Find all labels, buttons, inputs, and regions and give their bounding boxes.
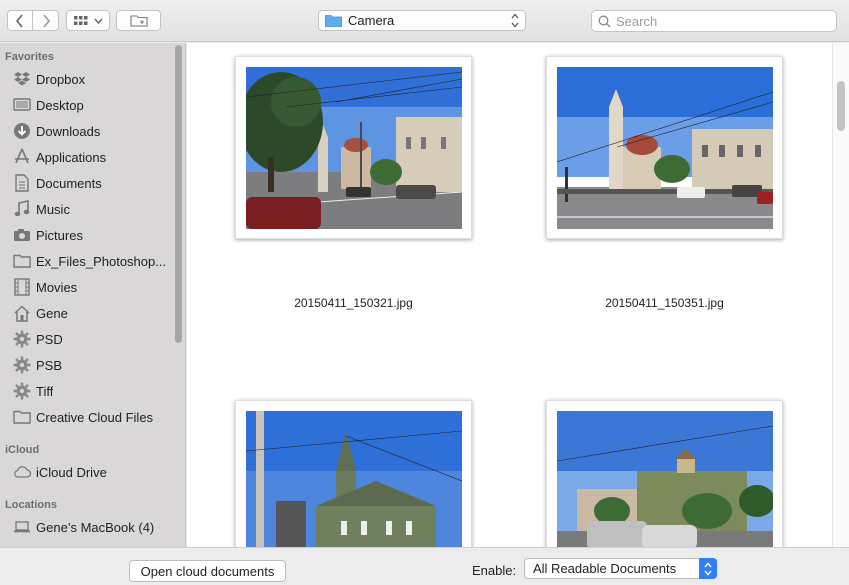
- folder-icon: [12, 407, 32, 427]
- sidebar-item-label: Music: [36, 201, 70, 217]
- search-icon: [598, 15, 611, 27]
- sidebar-item-documents[interactable]: Documents: [12, 171, 172, 195]
- file-name[interactable]: 20150411_150321.jpg: [235, 296, 472, 310]
- sidebar-scrollbar[interactable]: [175, 45, 182, 343]
- sidebar-item-label: Tiff: [36, 383, 54, 399]
- sidebar-item-psd[interactable]: PSD: [12, 327, 172, 351]
- documents-icon: [12, 173, 32, 193]
- sidebar-item-icloud-drive[interactable]: iCloud Drive: [12, 460, 172, 484]
- sidebar-item-label: iCloud Drive: [36, 464, 107, 480]
- locations-header: Locations: [5, 499, 57, 511]
- new-folder-button[interactable]: [116, 10, 161, 31]
- gear-icon: [12, 381, 32, 401]
- photo-preview: [246, 411, 462, 547]
- sidebar-item-gene[interactable]: Gene: [12, 301, 172, 325]
- file-thumbnail[interactable]: [235, 56, 472, 239]
- music-icon: [12, 199, 32, 219]
- sidebar-item-pictures[interactable]: Pictures: [12, 223, 172, 247]
- downloads-icon: [12, 121, 32, 141]
- film-icon: [12, 277, 32, 297]
- sidebar-item-music[interactable]: Music: [12, 197, 172, 221]
- chevron-right-icon: [42, 13, 50, 28]
- main-scrollbar-thumb[interactable]: [837, 81, 845, 131]
- photo-preview: [557, 67, 773, 229]
- file-name[interactable]: 20150411_150351.jpg: [546, 296, 783, 310]
- sidebar-item-label: Dropbox: [36, 71, 86, 87]
- folder-icon: [12, 251, 32, 271]
- gear-icon: [12, 355, 32, 375]
- new-folder-icon: [129, 15, 148, 27]
- location-label: Camera: [348, 13, 395, 28]
- sidebar: Favorites Dropbox Desktop Downloads Appl…: [0, 43, 186, 547]
- sidebar-item-downloads[interactable]: Downloads: [12, 119, 172, 143]
- nav-button-group: [7, 10, 59, 31]
- file-thumbnail[interactable]: [546, 56, 783, 239]
- file-browser: 20150411_150321.jpg 20150411_150351.jpg: [187, 43, 849, 547]
- popup-arrows: [699, 558, 717, 579]
- folder-icon: [325, 15, 342, 27]
- enable-popup[interactable]: All Readable Documents: [524, 558, 717, 579]
- updown-arrows-icon: [704, 561, 712, 576]
- sidebar-item-desktop[interactable]: Desktop: [12, 93, 172, 117]
- sidebar-item-label: Downloads: [36, 123, 101, 139]
- applications-icon: [12, 147, 32, 167]
- sidebar-item-tiff[interactable]: Tiff: [12, 379, 172, 403]
- search-field[interactable]: [591, 10, 837, 32]
- favorites-header: Favorites: [5, 51, 54, 63]
- desktop-icon: [12, 95, 32, 115]
- icloud-header: iCloud: [5, 444, 40, 456]
- file-thumbnail[interactable]: [546, 400, 783, 547]
- sidebar-item-label: Gene: [36, 305, 68, 321]
- photo-preview: [246, 67, 462, 229]
- sidebar-item-psb[interactable]: PSB: [12, 353, 172, 377]
- sidebar-item-macbook[interactable]: Gene’s MacBook (4): [12, 515, 172, 539]
- sidebar-item-label: Applications: [36, 149, 107, 165]
- sidebar-item-movies[interactable]: Movies: [12, 275, 172, 299]
- forward-button[interactable]: [33, 11, 58, 30]
- chevron-down-icon: [93, 18, 103, 24]
- sidebar-item-applications[interactable]: Applications: [12, 145, 172, 169]
- sidebar-item-ex-files[interactable]: Ex_Files_Photoshop...: [12, 249, 172, 273]
- sidebar-item-label: PSD: [36, 331, 63, 347]
- file-thumbnail[interactable]: [235, 400, 472, 547]
- icon-grid-icon: [73, 15, 87, 25]
- chevron-left-icon: [15, 13, 23, 28]
- toolbar: Camera: [0, 0, 849, 42]
- sidebar-item-label: Gene’s MacBook (4): [36, 519, 155, 535]
- laptop-icon: [12, 517, 32, 537]
- enable-popup-value: All Readable Documents: [533, 561, 677, 576]
- photo-preview: [557, 411, 773, 547]
- sidebar-item-label: Movies: [36, 279, 78, 295]
- home-icon: [12, 303, 32, 323]
- sidebar-item-creative-cloud[interactable]: Creative Cloud Files: [12, 405, 172, 429]
- sidebar-item-label: Desktop: [36, 97, 84, 113]
- sidebar-item-label: Documents: [36, 175, 102, 191]
- bottom-bar: Open cloud documents Enable: All Readabl…: [0, 547, 849, 585]
- location-popup[interactable]: Camera: [318, 10, 526, 31]
- search-input[interactable]: [616, 13, 826, 29]
- sidebar-item-label: Creative Cloud Files: [36, 409, 154, 425]
- cloud-icon: [12, 462, 32, 482]
- sidebar-item-dropbox[interactable]: Dropbox: [12, 67, 172, 91]
- updown-arrows-icon: [511, 13, 519, 28]
- sidebar-item-label: Ex_Files_Photoshop...: [36, 253, 167, 269]
- gear-icon: [12, 329, 32, 349]
- camera-icon: [12, 225, 32, 245]
- sidebar-item-label: PSB: [36, 357, 63, 373]
- back-button[interactable]: [8, 11, 34, 30]
- sidebar-item-label: Pictures: [36, 227, 83, 243]
- open-cloud-documents-button[interactable]: Open cloud documents: [129, 560, 286, 582]
- enable-label: Enable:: [472, 563, 517, 578]
- dropbox-icon: [12, 69, 32, 89]
- view-options-button[interactable]: [66, 10, 110, 31]
